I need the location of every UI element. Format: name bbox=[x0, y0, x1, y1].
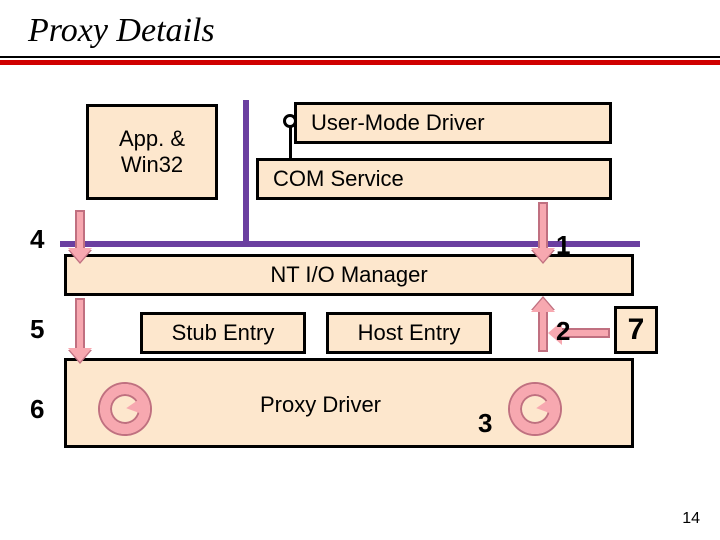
box-host-entry-label: Host Entry bbox=[358, 320, 461, 346]
label-1: 1 bbox=[556, 230, 570, 261]
title-underline-black bbox=[0, 56, 720, 58]
arrow-2-up bbox=[538, 310, 548, 352]
loop-right-icon bbox=[510, 384, 560, 434]
box-nt-io-manager-label: NT I/O Manager bbox=[270, 262, 427, 288]
box-app-win32: App. & Win32 bbox=[86, 104, 218, 200]
lollipop-ball-icon bbox=[283, 114, 297, 128]
slide: Proxy Details App. & Win32 COM Service U… bbox=[0, 0, 720, 540]
label-7: 7 bbox=[628, 313, 645, 347]
title-underline-red bbox=[0, 60, 720, 65]
label-4: 4 bbox=[30, 224, 44, 255]
box-user-mode-driver-label: User-Mode Driver bbox=[311, 110, 485, 136]
label-2: 2 bbox=[556, 316, 570, 347]
box-host-entry: Host Entry bbox=[326, 312, 492, 354]
arrow-4 bbox=[75, 210, 85, 250]
page-title: Proxy Details bbox=[28, 12, 215, 50]
box-proxy-driver-label: Proxy Driver bbox=[260, 392, 381, 418]
connector-purple-horizontal bbox=[60, 241, 640, 247]
arrow-1 bbox=[538, 202, 548, 250]
connector-purple-vertical bbox=[243, 100, 249, 245]
box-app-win32-label: App. & Win32 bbox=[119, 126, 185, 178]
arrow-5 bbox=[75, 298, 85, 350]
box-user-mode-driver: User-Mode Driver bbox=[294, 102, 612, 144]
label-3: 3 bbox=[478, 408, 492, 439]
box-stub-entry: Stub Entry bbox=[140, 312, 306, 354]
label-5: 5 bbox=[30, 314, 44, 345]
box-com-service-label: COM Service bbox=[273, 166, 404, 192]
box-num-7: 7 bbox=[614, 306, 658, 354]
label-6: 6 bbox=[30, 394, 44, 425]
loop-left-icon bbox=[100, 384, 150, 434]
box-stub-entry-label: Stub Entry bbox=[172, 320, 275, 346]
slide-number: 14 bbox=[682, 510, 700, 528]
box-com-service: COM Service bbox=[256, 158, 612, 200]
